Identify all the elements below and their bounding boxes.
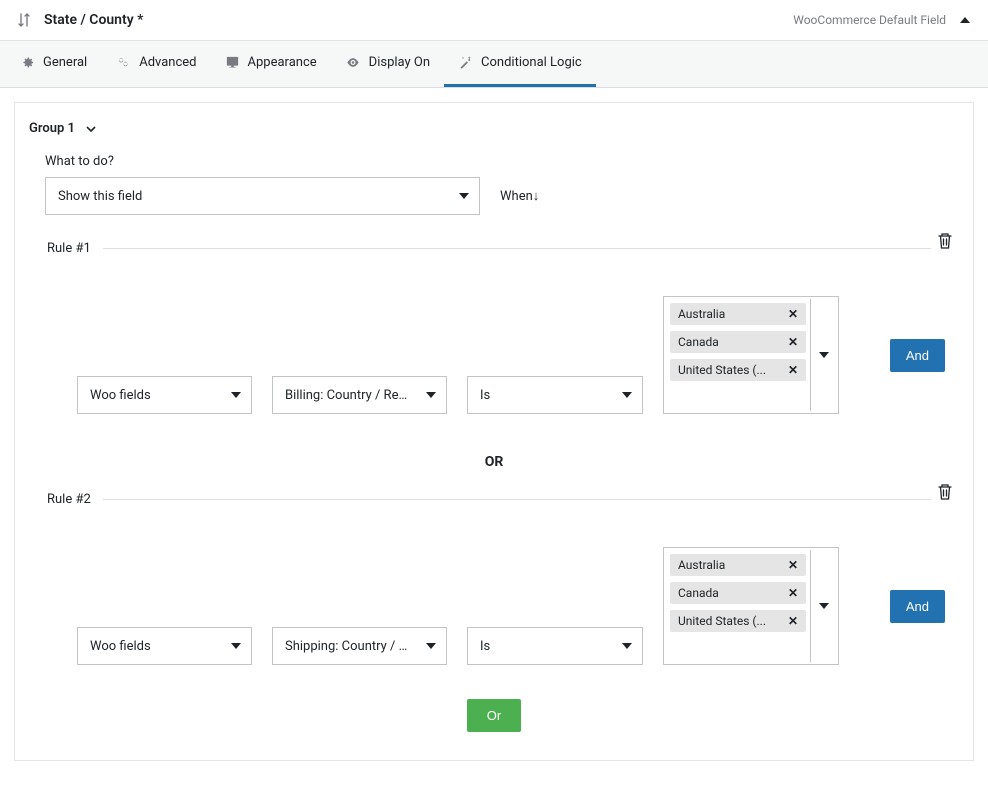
chevron-down-icon: [231, 392, 241, 398]
tag: Australia ✕: [670, 303, 806, 325]
chevron-down-icon: [426, 643, 436, 649]
tab-conditional-logic[interactable]: Conditional Logic: [444, 41, 596, 87]
trash-icon: [937, 232, 953, 250]
rule-legend: Rule #1: [47, 241, 103, 256]
operator-select[interactable]: Is: [467, 376, 643, 414]
trash-icon: [937, 483, 953, 501]
chevron-down-icon: [819, 603, 829, 609]
collapse-icon[interactable]: [960, 17, 970, 23]
gears-icon: [115, 55, 131, 70]
chevron-down-icon: [85, 123, 97, 135]
chevron-down-icon: [426, 392, 436, 398]
remove-tag-icon[interactable]: ✕: [788, 614, 798, 628]
when-label: When↓: [500, 188, 539, 204]
delete-rule-button[interactable]: [931, 232, 959, 250]
and-button[interactable]: And: [890, 590, 945, 623]
field-select[interactable]: Shipping: Country / R...: [272, 627, 447, 665]
delete-rule-button[interactable]: [931, 483, 959, 501]
field-title: State / County *: [44, 12, 143, 28]
gear-icon: [20, 55, 35, 70]
group-panel: Group 1 What to do? Show this field When…: [14, 102, 974, 761]
tab-advanced[interactable]: Advanced: [101, 41, 210, 87]
tag: Canada ✕: [670, 331, 806, 353]
field-select[interactable]: Billing: Country / Regi...: [272, 376, 447, 414]
chevron-down-icon: [231, 643, 241, 649]
source-select[interactable]: Woo fields: [77, 627, 252, 665]
remove-tag-icon[interactable]: ✕: [788, 335, 798, 349]
rule-1: Rule #1: [47, 241, 959, 256]
group-title: Group 1: [29, 121, 75, 136]
tag: Canada ✕: [670, 582, 806, 604]
sort-icon[interactable]: [18, 13, 30, 27]
field-header[interactable]: State / County * WooCommerce Default Fie…: [0, 0, 988, 41]
source-select[interactable]: Woo fields: [77, 376, 252, 414]
remove-tag-icon[interactable]: ✕: [788, 586, 798, 600]
chevron-down-icon: [459, 193, 469, 199]
or-button[interactable]: Or: [467, 699, 521, 732]
chevron-down-icon: [622, 392, 632, 398]
tab-display-on[interactable]: Display On: [331, 41, 444, 87]
action-select[interactable]: Show this field: [45, 177, 480, 215]
tag: Australia ✕: [670, 554, 806, 576]
rule-2: Rule #2: [47, 492, 959, 507]
tabs-bar: General Advanced Appearance Display On C…: [0, 41, 988, 88]
chevron-down-icon: [819, 352, 829, 358]
tab-appearance[interactable]: Appearance: [211, 41, 331, 87]
chevron-down-icon: [622, 643, 632, 649]
and-button[interactable]: And: [890, 339, 945, 372]
monitor-icon: [225, 55, 240, 70]
value-select[interactable]: Australia ✕ Canada ✕ United States (... …: [663, 547, 839, 665]
wand-icon: [458, 55, 473, 70]
field-type-label: WooCommerce Default Field: [793, 13, 946, 27]
tag: United States (... ✕: [670, 359, 806, 381]
eye-icon: [345, 55, 361, 70]
tag: United States (... ✕: [670, 610, 806, 632]
tab-general[interactable]: General: [6, 41, 101, 87]
group-header[interactable]: Group 1: [29, 121, 959, 136]
value-select[interactable]: Australia ✕ Canada ✕ United States (... …: [663, 296, 839, 414]
remove-tag-icon[interactable]: ✕: [788, 363, 798, 377]
or-divider: OR: [29, 454, 959, 470]
rule-legend: Rule #2: [47, 492, 103, 507]
remove-tag-icon[interactable]: ✕: [788, 558, 798, 572]
operator-select[interactable]: Is: [467, 627, 643, 665]
remove-tag-icon[interactable]: ✕: [788, 307, 798, 321]
what-to-do-label: What to do?: [45, 154, 959, 169]
